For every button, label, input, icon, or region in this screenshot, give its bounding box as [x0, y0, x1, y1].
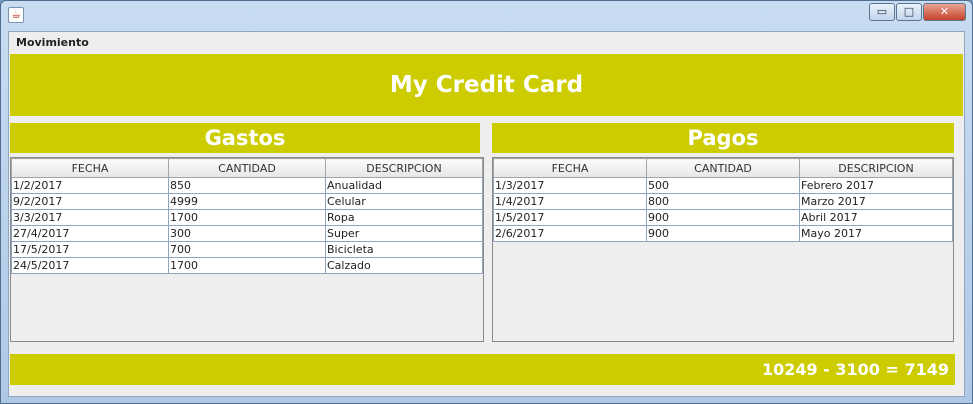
- cell-fecha[interactable]: 24/5/2017: [11, 257, 169, 274]
- cell-fecha[interactable]: 17/5/2017: [11, 241, 169, 258]
- cell-cantidad[interactable]: 4999: [168, 193, 326, 210]
- cell-fecha[interactable]: 1/5/2017: [493, 209, 647, 226]
- column-header-cantidad[interactable]: CANTIDAD: [646, 158, 800, 178]
- pagos-header: Pagos: [492, 123, 954, 153]
- table-row[interactable]: 3/3/2017 1700 Ropa: [11, 209, 483, 226]
- pagos-header-row: FECHA CANTIDAD DESCRIPCION: [493, 158, 953, 178]
- gastos-table: FECHA CANTIDAD DESCRIPCION 1/2/2017 850 An…: [11, 158, 483, 274]
- cell-descripcion[interactable]: Anualidad: [325, 177, 483, 194]
- cell-descripcion[interactable]: Super: [325, 225, 483, 242]
- cell-cantidad[interactable]: 1700: [168, 257, 326, 274]
- client-area: Movimiento My Credit Card Gastos FECHA C…: [8, 31, 965, 397]
- cell-descripcion[interactable]: Bicicleta: [325, 241, 483, 258]
- menu-movimiento[interactable]: Movimiento: [16, 36, 89, 49]
- cell-descripcion[interactable]: Febrero 2017: [799, 177, 953, 194]
- gastos-title: Gastos: [204, 126, 286, 150]
- title-bar[interactable]: ☕ ▭ □ ✕: [1, 1, 972, 31]
- cell-descripcion[interactable]: Mayo 2017: [799, 225, 953, 242]
- app-banner: My Credit Card: [10, 54, 963, 116]
- cell-fecha[interactable]: 1/2/2017: [11, 177, 169, 194]
- gastos-header-row: FECHA CANTIDAD DESCRIPCION: [11, 158, 483, 178]
- cell-cantidad[interactable]: 900: [646, 225, 800, 242]
- cell-cantidad[interactable]: 850: [168, 177, 326, 194]
- close-button[interactable]: ✕: [923, 3, 966, 21]
- maximize-button[interactable]: □: [896, 3, 922, 21]
- cell-fecha[interactable]: 2/6/2017: [493, 225, 647, 242]
- gastos-table-body: 1/2/2017 850 Anualidad 9/2/2017 4999 Celular 3…: [11, 177, 483, 274]
- cell-descripcion[interactable]: Calzado: [325, 257, 483, 274]
- gastos-table-panel[interactable]: FECHA CANTIDAD DESCRIPCION 1/2/2017 850 An…: [10, 157, 484, 342]
- gastos-header: Gastos: [10, 123, 480, 153]
- app-window: ☕ ▭ □ ✕ Movimiento My Credit Card Gastos…: [0, 0, 973, 404]
- pagos-table-body: 1/3/2017 500 Febrero 2017 1/4/2017 800 Marzo …: [493, 177, 953, 242]
- banner-title: My Credit Card: [389, 72, 584, 98]
- java-cup-icon: ☕: [8, 7, 24, 23]
- cell-cantidad[interactable]: 300: [168, 225, 326, 242]
- table-row[interactable]: 1/2/2017 850 Anualidad: [11, 177, 483, 194]
- cell-fecha[interactable]: 27/4/2017: [11, 225, 169, 242]
- table-row[interactable]: 1/4/2017 800 Marzo 2017: [493, 193, 953, 210]
- balance-summary-text: 10249 - 3100 = 7149: [761, 360, 949, 379]
- table-row[interactable]: 2/6/2017 900 Mayo 2017: [493, 225, 953, 242]
- pagos-table: FECHA CANTIDAD DESCRIPCION 1/3/2017 500 Fe…: [493, 158, 953, 242]
- cell-descripcion[interactable]: Ropa: [325, 209, 483, 226]
- table-row[interactable]: 17/5/2017 700 Bicicleta: [11, 241, 483, 258]
- balance-summary-bar: 10249 - 3100 = 7149: [10, 354, 955, 385]
- table-row[interactable]: 1/3/2017 500 Febrero 2017: [493, 177, 953, 194]
- table-row[interactable]: 1/5/2017 900 Abril 2017: [493, 209, 953, 226]
- column-header-descripcion[interactable]: DESCRIPCION: [325, 158, 483, 178]
- cell-fecha[interactable]: 1/3/2017: [493, 177, 647, 194]
- table-row[interactable]: 27/4/2017 300 Super: [11, 225, 483, 242]
- cell-descripcion[interactable]: Celular: [325, 193, 483, 210]
- table-row[interactable]: 9/2/2017 4999 Celular: [11, 193, 483, 210]
- cell-cantidad[interactable]: 800: [646, 193, 800, 210]
- cell-cantidad[interactable]: 900: [646, 209, 800, 226]
- cell-fecha[interactable]: 9/2/2017: [11, 193, 169, 210]
- menu-bar: Movimiento: [9, 32, 964, 53]
- column-header-descripcion[interactable]: DESCRIPCION: [799, 158, 953, 178]
- pagos-table-panel[interactable]: FECHA CANTIDAD DESCRIPCION 1/3/2017 500 Fe…: [492, 157, 954, 342]
- cell-fecha[interactable]: 3/3/2017: [11, 209, 169, 226]
- cell-fecha[interactable]: 1/4/2017: [493, 193, 647, 210]
- cell-cantidad[interactable]: 1700: [168, 209, 326, 226]
- column-header-cantidad[interactable]: CANTIDAD: [168, 158, 326, 178]
- minimize-button[interactable]: ▭: [869, 3, 895, 21]
- cell-cantidad[interactable]: 500: [646, 177, 800, 194]
- column-header-fecha[interactable]: FECHA: [493, 158, 647, 178]
- cell-descripcion[interactable]: Marzo 2017: [799, 193, 953, 210]
- table-row[interactable]: 24/5/2017 1700 Calzado: [11, 257, 483, 274]
- cell-cantidad[interactable]: 700: [168, 241, 326, 258]
- window-controls: ▭ □ ✕: [868, 3, 966, 22]
- cell-descripcion[interactable]: Abril 2017: [799, 209, 953, 226]
- pagos-title: Pagos: [687, 126, 759, 150]
- column-header-fecha[interactable]: FECHA: [11, 158, 169, 178]
